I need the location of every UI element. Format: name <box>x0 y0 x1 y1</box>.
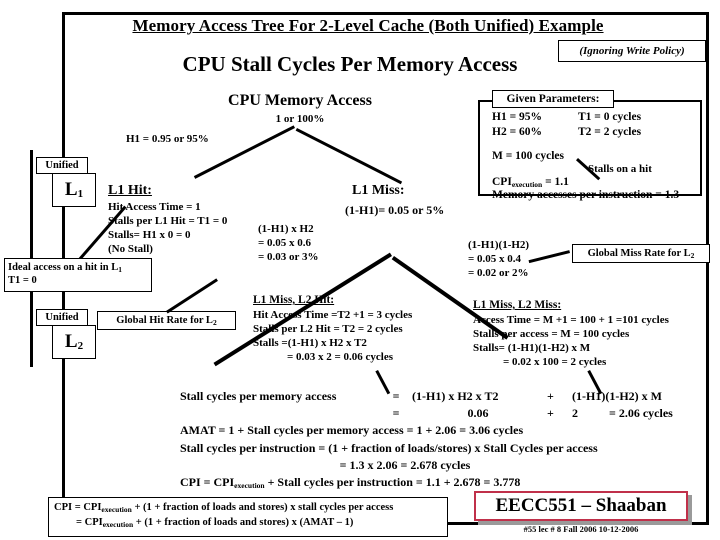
calc-cpi-subscript: execution <box>234 481 265 490</box>
calc-stall-row1: Stall cycles per memory access = (1-H1) … <box>180 390 710 407</box>
l2-cache-block: L2 <box>52 325 96 359</box>
cpi-definition-line2-subscript: execution <box>102 519 134 529</box>
l1miss-l2hit-line2: Stalls per L2 Hit = T2 = 2 cycles <box>253 323 403 336</box>
cpi-definition-line2-prefix: = CPI <box>76 516 103 528</box>
param-h1: H1 = 95% <box>492 111 542 123</box>
ideal-access-line2: T1 = 0 <box>8 275 37 287</box>
calc-stall-plus2: + <box>547 406 554 420</box>
cpi-definition-box: CPI = CPIexecution + (1 + fraction of lo… <box>48 497 448 537</box>
ideal-access-line1-text: Ideal access on a hit in L <box>8 262 119 273</box>
footer-brand: EECC551 – Shaaban <box>474 491 688 521</box>
l2-unified-badge: Unified <box>36 309 88 326</box>
calc-amat: AMAT = 1 + Stall cycles per memory acces… <box>180 423 524 437</box>
global-miss-rate-subscript: 2 <box>690 251 695 260</box>
calc-stall-plus1: + <box>547 389 554 403</box>
ideal-access-line1-subscript: 1 <box>118 265 123 274</box>
l1miss-l2miss-line4: = 0.02 x 100 = 2 cycles <box>503 356 607 369</box>
l1-hit-line3: Stalls= H1 x 0 = 0 <box>108 229 191 242</box>
param-cpi-execution-subscript: execution <box>511 180 543 189</box>
slide-canvas: Memory Access Tree For 2-Level Cache (Bo… <box>0 0 720 540</box>
page-subtitle: CPU Stall Cycles Per Memory Access <box>182 52 518 76</box>
global-miss-rate-callout: Global Miss Rate for L2 <box>572 244 710 263</box>
cpi-definition-line2: = CPIexecution + (1 + fraction of loads … <box>54 516 442 531</box>
l1-cache-label: L <box>64 179 78 200</box>
given-parameters-heading: Given Parameters: <box>492 90 614 108</box>
summary-calculations: Stall cycles per memory access = (1-H1) … <box>180 390 710 494</box>
param-cpi-execution: CPIexecution = 1.1 <box>492 176 569 189</box>
branch-left-line2: = 0.05 x 0.6 <box>258 237 312 250</box>
param-t1: T1 = 0 cycles <box>578 111 642 123</box>
l1-hit-line2: Stalls per L1 Hit = T1 = 0 <box>108 215 228 228</box>
calc-stall-val1: 0.06 <box>467 406 489 420</box>
calc-stall-row2: = 0.06 + 2 = 2.06 cycles <box>180 407 710 424</box>
calc-stall-label: Stall cycles per memory access <box>180 389 337 403</box>
calc-stall-term2: (1-H1)(1-H2) x M <box>572 389 662 403</box>
l1-hit-line4: (No Stall) <box>108 243 153 256</box>
global-hit-rate-callout: Global Hit Rate for L2 <box>97 311 236 330</box>
branch-right-probability: (1-H1)(1-H2) = 0.05 x 0.4 = 0.02 or 2% <box>468 238 529 280</box>
param-memory-accesses-per-instruction: Memory accesses per instruction = 1.3 <box>492 189 680 201</box>
l1-cache-subscript: 1 <box>77 188 84 200</box>
edge-label-h1: H1 = 0.95 or 95% <box>126 133 209 145</box>
cpi-definition-line1-prefix: CPI = CPI <box>54 502 102 513</box>
l2-cache-subscript: 2 <box>77 340 84 352</box>
l1miss-l2miss-line3: Stalls= (1-H1)(1-H2) x M <box>473 342 591 355</box>
global-hit-rate-text: Global Hit Rate for L <box>116 315 213 326</box>
param-t2: T2 = 2 cycles <box>578 126 642 138</box>
l1miss-l2hit-line1: Hit Access Time =T2 +1 = 3 cycles <box>253 309 413 321</box>
l1-unified-badge: Unified <box>36 157 88 174</box>
l1miss-l2miss-body: Access Time = M +1 = 100 + 1 =101 cycles… <box>473 313 669 369</box>
l1-hit-body: Hit Access Time = 1 Stalls per L1 Hit = … <box>108 200 227 256</box>
cpi-definition-line1-subscript: execution <box>101 505 132 514</box>
global-hit-rate-subscript: 2 <box>212 318 217 327</box>
calc-stall-result: = 2.06 cycles <box>609 406 673 420</box>
calc-stall-eq1: = <box>392 389 400 403</box>
l2-cache-label: L <box>64 331 78 352</box>
l1miss-l2hit-line4: = 0.03 x 2 = 0.06 cycles <box>287 351 394 364</box>
page-title: Memory Access Tree For 2-Level Cache (Bo… <box>132 16 604 35</box>
cpi-definition-line2-suffix: + (1 + fraction of loads and stores) x (… <box>133 516 354 528</box>
l1-hit-heading: L1 Hit: <box>108 183 152 198</box>
calc-cpi-prefix: CPI = CPI <box>180 475 235 489</box>
calc-stall-eq2: = <box>392 406 400 420</box>
cpi-definition-line1: CPI = CPIexecution + (1 + fraction of lo… <box>54 501 442 516</box>
l1-miss-heading: L1 Miss: <box>352 183 405 198</box>
ignoring-write-policy-note: (Ignoring Write Policy) <box>558 40 706 62</box>
calc-stall-val2: 2 <box>572 406 578 420</box>
l1-level-spine <box>30 150 33 262</box>
footer-meta: #55 lec # 8 Fall 2006 10-12-2006 <box>523 524 639 534</box>
branch-left-line1: (1-H1) x H2 <box>258 223 314 235</box>
l1miss-l2hit-body: Hit Access Time =T2 +1 = 3 cycles Stalls… <box>253 308 412 364</box>
root-node-probability: 1 or 100% <box>275 113 325 125</box>
ideal-access-line1: Ideal access on a hit in L1 <box>8 261 148 274</box>
param-stalls-on-hit: Stalls on a hit <box>588 163 652 175</box>
ideal-access-callout: Ideal access on a hit in L1 T1 = 0 <box>4 258 152 292</box>
l1miss-l2hit-line3: Stalls =(1-H1) x H2 x T2 <box>253 337 367 350</box>
l1miss-l2miss-line2: Stalls per access = M = 100 cycles <box>473 328 630 341</box>
l1-miss-probability: (1-H1)= 0.05 or 5% <box>345 203 445 217</box>
l1miss-l2hit-heading: L1 Miss, L2 Hit: <box>253 294 335 306</box>
calc-cpi-suffix: + Stall cycles per instruction = 1.1 + 2… <box>264 475 521 489</box>
param-cpi-execution-text: CPI <box>492 176 512 188</box>
branch-right-line1: (1-H1)(1-H2) <box>468 239 530 251</box>
calc-stall-per-instruction: Stall cycles per instruction = (1 + frac… <box>180 441 598 455</box>
l1miss-l2miss-heading: L1 Miss, L2 Miss: <box>473 299 562 311</box>
l1-cache-block: L1 <box>52 173 96 207</box>
branch-left-line3: = 0.03 or 3% <box>258 251 319 264</box>
branch-left-probability: (1-H1) x H2 = 0.05 x 0.6 = 0.03 or 3% <box>258 222 318 264</box>
l1miss-l2miss-line1: Access Time = M +1 = 100 + 1 =101 cycles <box>473 314 669 326</box>
param-m: M = 100 cycles <box>492 150 565 162</box>
cpi-definition-line1-suffix: + (1 + fraction of loads and stores) x s… <box>131 502 394 513</box>
calc-stall-per-instruction-value: = 1.3 x 2.06 = 2.678 cycles <box>339 458 471 472</box>
l1-hit-line1: Hit Access Time = 1 <box>108 201 201 213</box>
branch-right-line2: = 0.05 x 0.4 <box>468 253 522 266</box>
calc-stall-term1: (1-H1) x H2 x T2 <box>412 389 499 403</box>
global-miss-rate-text: Global Miss Rate for L <box>587 248 691 259</box>
param-cpi-execution-value: = 1.1 <box>542 176 569 188</box>
branch-right-line3: = 0.02 or 2% <box>468 267 529 280</box>
root-node-label: CPU Memory Access <box>228 92 372 109</box>
l2-level-spine <box>30 292 33 367</box>
param-h2: H2 = 60% <box>492 126 542 138</box>
